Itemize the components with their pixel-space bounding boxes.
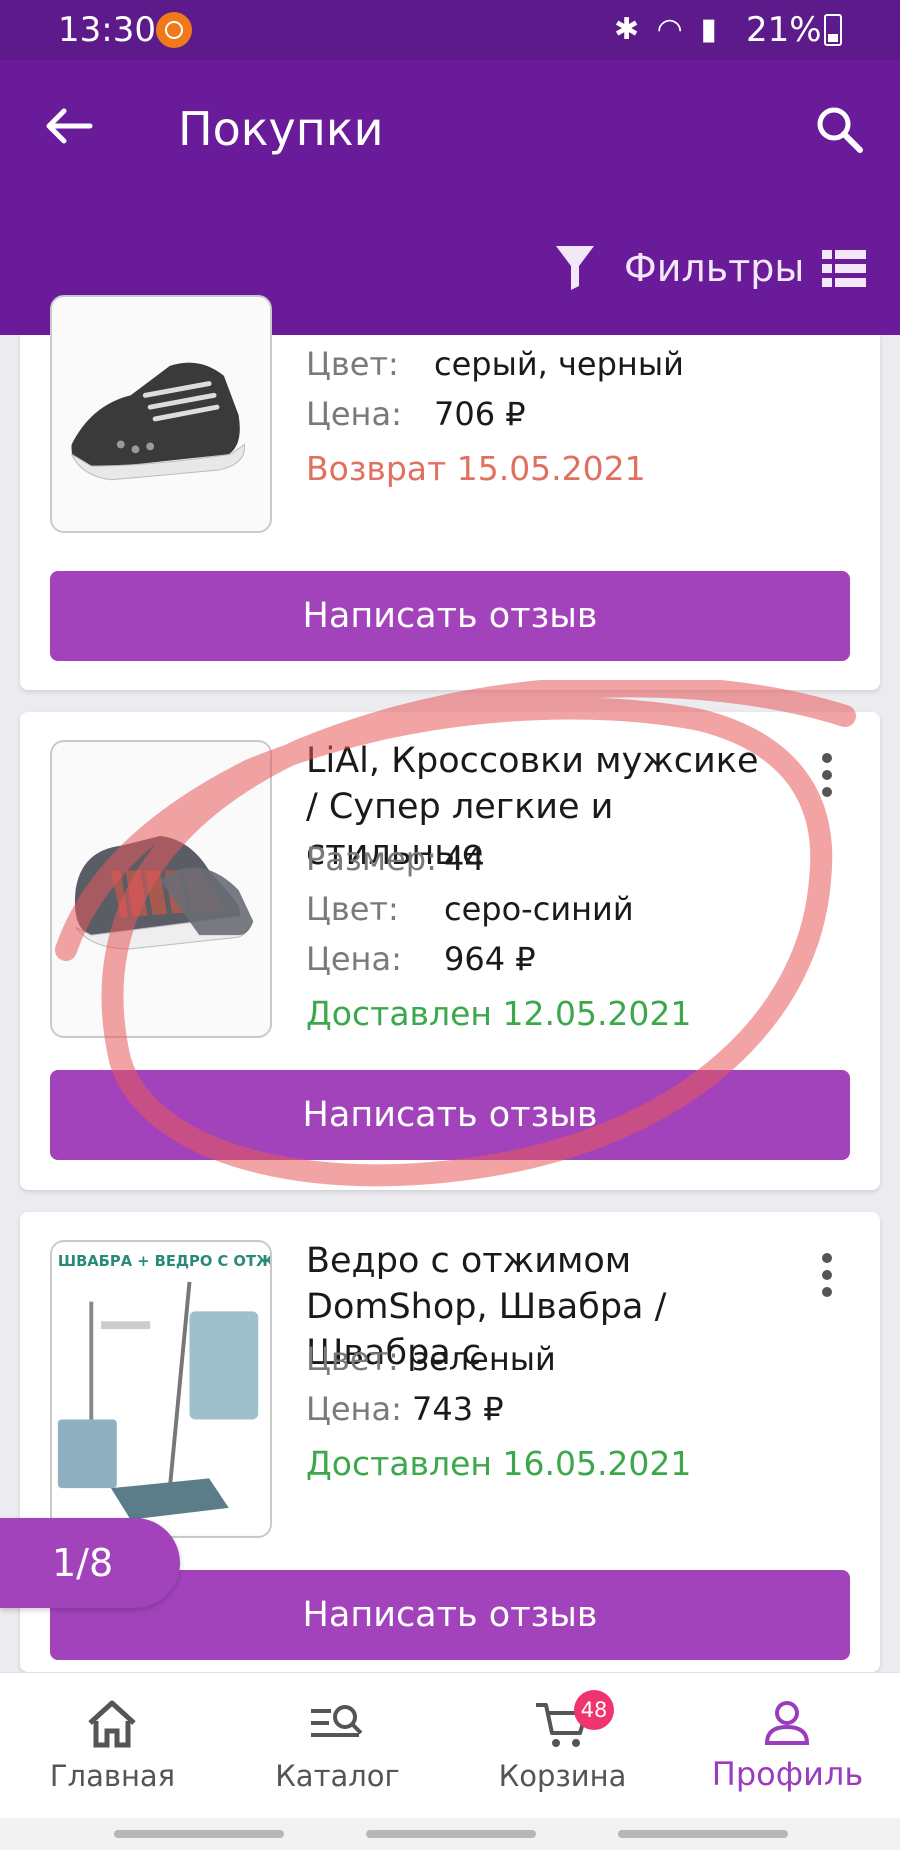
detail-row: Цвет: зеленый [306, 1340, 556, 1378]
nav-label: Главная [49, 1759, 176, 1793]
list-view-icon[interactable] [822, 250, 866, 288]
detail-row: Цвет: серо-синий [306, 890, 634, 928]
sneaker-image [52, 297, 270, 531]
nav-label: Профиль [711, 1755, 864, 1793]
detail-row: Размер: 44 [306, 840, 485, 878]
bottom-navigation: Главная Каталог Корзина Профиль [0, 1672, 900, 1819]
detail-row: Цвет: серый, черный [306, 345, 684, 383]
filter-icon[interactable] [554, 244, 596, 292]
order-status: Возврат 15.05.2021 [306, 449, 646, 488]
order-card: Цвет: серый, черный Цена: 706 ₽ Возврат 15… [20, 295, 880, 690]
order-card: LiAl, Кроссовки мужсике / Супер легкие и… [20, 712, 880, 1190]
battery-percent: 21% [746, 10, 822, 50]
write-review-button[interactable]: Написать отзыв [50, 1070, 850, 1160]
nav-label: Каталог [275, 1759, 400, 1793]
detail-key: Цвет: [306, 890, 399, 928]
detail-key: Цена: [306, 395, 402, 433]
detail-key: Цвет: [306, 1340, 399, 1378]
profile-icon [764, 1701, 810, 1745]
order-status: Доставлен 16.05.2021 [306, 1444, 692, 1483]
product-image[interactable]: ШВАБРА + ВЕДРО С ОТЖИМОМ [50, 1240, 272, 1538]
back-arrow-icon[interactable] [44, 106, 94, 146]
detail-key: Цена: [306, 940, 402, 978]
detail-value: 44 [444, 840, 485, 878]
product-image[interactable] [50, 740, 272, 1038]
status-bar: 13:30 ✱ ◠ ▮ 21% [0, 0, 900, 60]
more-options-icon[interactable] [812, 1250, 842, 1300]
detail-row: Цена: 964 ₽ [306, 940, 536, 978]
nav-item-profile[interactable]: Профиль [675, 1673, 900, 1819]
page-title: Покупки [178, 102, 384, 156]
gesture-pill [618, 1830, 788, 1838]
status-time: 13:30 [58, 10, 156, 50]
home-icon [88, 1700, 136, 1748]
detail-value: зеленый [412, 1340, 556, 1378]
mi-notification-icon [156, 12, 192, 48]
search-icon[interactable] [814, 104, 864, 154]
mop-bucket-image: ШВАБРА + ВЕДРО С ОТЖИМОМ [52, 1242, 270, 1536]
nav-item-catalog[interactable]: Каталог [225, 1673, 450, 1819]
product-image[interactable] [50, 295, 272, 533]
write-review-button[interactable]: Написать отзыв [50, 571, 850, 661]
nav-label: Корзина [498, 1759, 627, 1793]
connectivity-icons: ✱ ◠ ▮ [614, 12, 721, 47]
detail-value: 964 ₽ [444, 940, 536, 978]
product-image-caption: ШВАБРА + ВЕДРО С ОТЖИМОМ [58, 1253, 270, 1270]
order-status: Доставлен 12.05.2021 [306, 994, 692, 1033]
detail-value: серо-синий [444, 890, 634, 928]
gesture-bar [0, 1818, 900, 1850]
gesture-pill [114, 1830, 284, 1838]
detail-row: Цена: 706 ₽ [306, 395, 526, 433]
gesture-pill [366, 1830, 536, 1838]
app-bar: Покупки Фильтры [0, 60, 900, 335]
detail-value: серый, черный [434, 345, 684, 383]
filters-button[interactable]: Фильтры [624, 246, 804, 290]
nav-item-home[interactable]: Главная [0, 1673, 225, 1819]
sneaker-image [52, 742, 270, 1036]
detail-key: Размер: [306, 840, 437, 878]
page-indicator: 1/8 [0, 1518, 180, 1608]
detail-row: Цена: 743 ₽ [306, 1390, 504, 1428]
cart-count-badge: 48 [574, 1690, 614, 1730]
detail-key: Цена: [306, 1390, 402, 1428]
detail-value: 743 ₽ [412, 1390, 504, 1428]
nav-item-cart[interactable]: Корзина [450, 1673, 675, 1819]
catalog-search-icon [311, 1705, 363, 1737]
more-options-icon[interactable] [812, 750, 842, 800]
detail-value: 706 ₽ [434, 395, 526, 433]
battery-icon [824, 14, 842, 46]
detail-key: Цвет: [306, 345, 399, 383]
